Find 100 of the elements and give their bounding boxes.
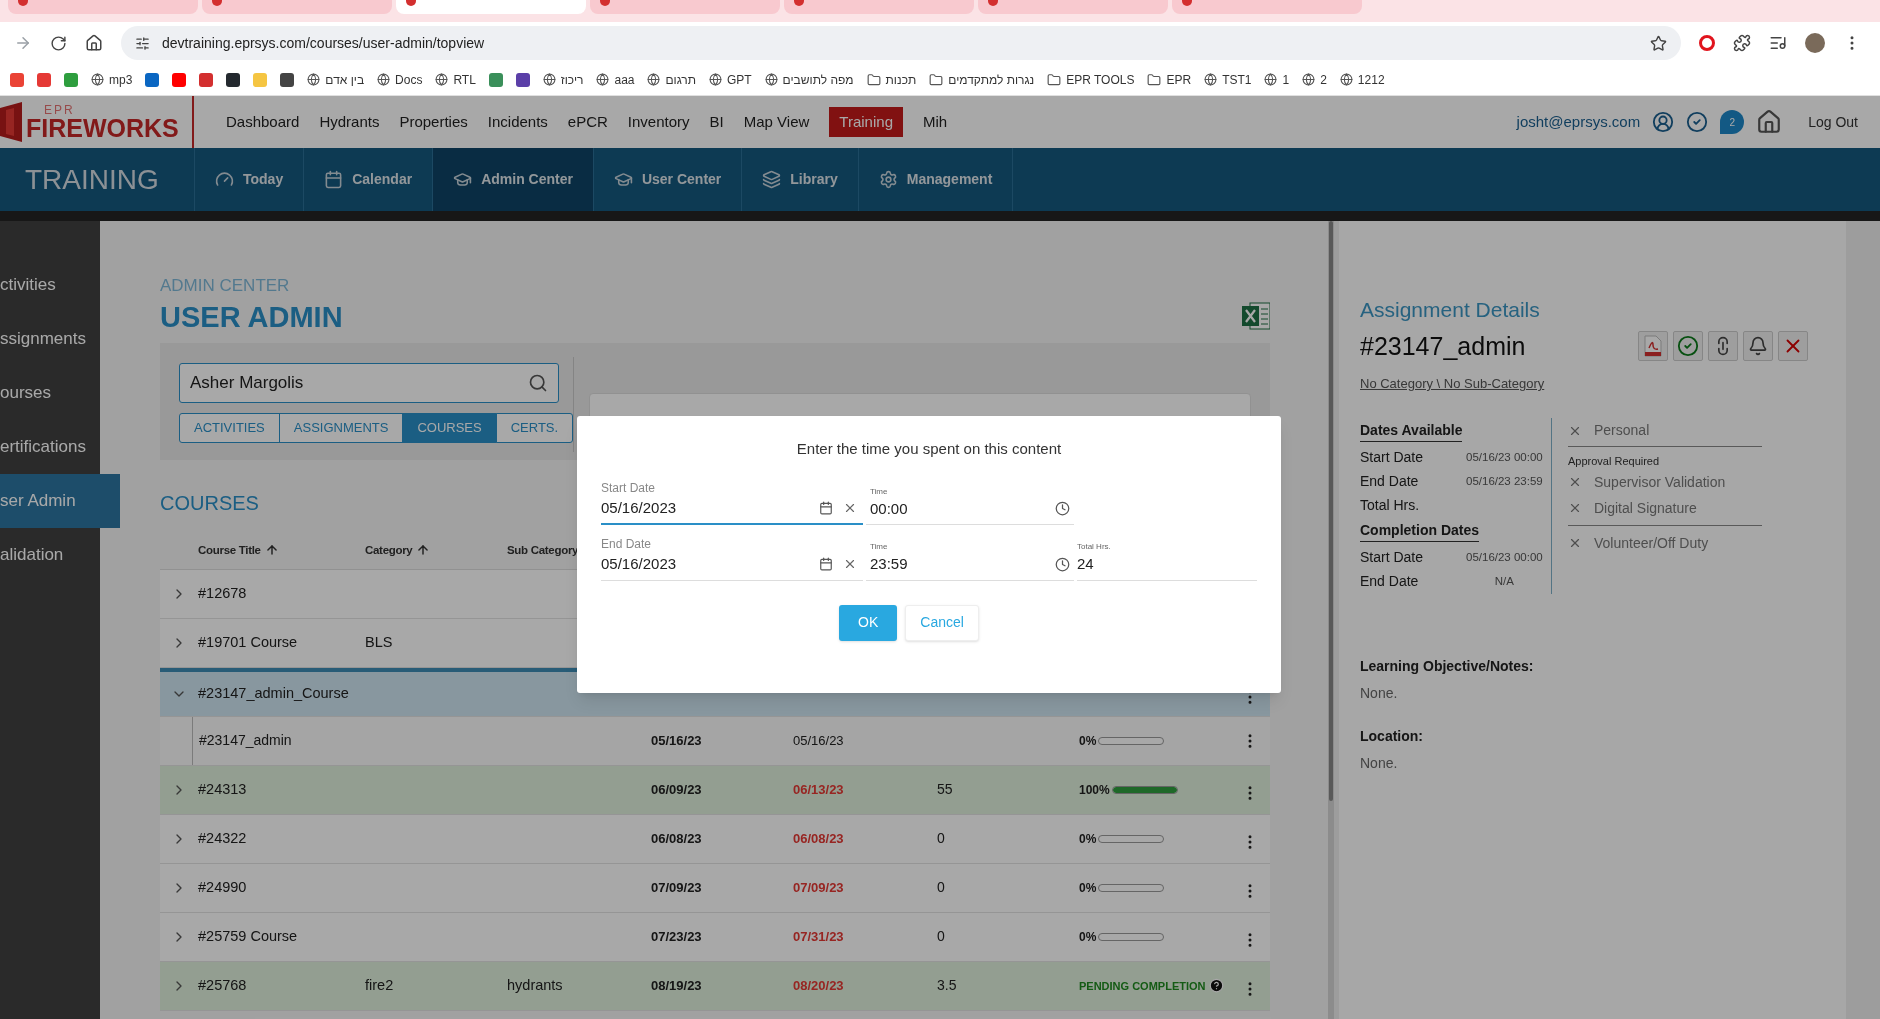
column-header[interactable]: Course Title [198, 541, 365, 559]
table-row[interactable]: #23147_admin 05/16/23 05/16/23 0% [160, 716, 1270, 766]
notes-label: Location: [1360, 726, 1424, 746]
cross-icon[interactable] [1568, 475, 1582, 489]
bookmark-link[interactable]: ריכוז [542, 70, 584, 89]
address-field[interactable]: devtraining.eprsys.com/courses/user-admin/topview [121, 26, 1681, 60]
module-tab[interactable]: Admin Center [432, 148, 593, 211]
bookmark-link[interactable]: 1 [1264, 70, 1290, 89]
calendar-icon[interactable] [819, 500, 833, 515]
cross-icon[interactable] [1568, 501, 1582, 515]
bookmark-folder[interactable]: תכנות [866, 70, 917, 89]
globe-icon [647, 73, 661, 86]
extensions-icon[interactable] [1733, 34, 1751, 52]
bookmark-link[interactable]: 1212 [1339, 70, 1385, 89]
nav-item[interactable]: Dashboard [226, 110, 300, 134]
search-icon[interactable] [528, 372, 548, 393]
scrollbar-thumb[interactable] [1329, 221, 1333, 801]
sidebar-item[interactable]: ser Admin [0, 474, 120, 528]
nav-item[interactable]: BI [709, 110, 724, 134]
table-row[interactable]: #25768 fire2 hydrants 08/19/23 08/20/23 3.5 PENDING COMPLETION [160, 961, 1270, 1011]
bookmark-link[interactable]: aaa [596, 70, 635, 89]
start-date-cell-text: 05/16/23 [651, 732, 703, 750]
search-field[interactable]: Asher Margolis [179, 362, 559, 403]
column-header[interactable]: Category [365, 541, 507, 559]
bookmark-folder[interactable]: EPR [1147, 70, 1192, 89]
link-button[interactable] [1708, 331, 1738, 362]
nav-item[interactable]: Hydrants [319, 110, 380, 134]
bookmark-folder[interactable]: EPR TOOLS [1047, 70, 1135, 89]
layers-icon [762, 170, 782, 189]
help-icon[interactable] [1208, 978, 1224, 994]
table-row[interactable]: #24313 06/09/23 06/13/23 55 100% [160, 765, 1270, 815]
home-icon[interactable] [1756, 109, 1783, 135]
bookmark-icon[interactable] [226, 72, 241, 87]
bookmark-link[interactable]: 2 [1302, 70, 1327, 89]
bookmark-icon[interactable] [280, 72, 295, 87]
total-hours-field[interactable]: Total Hrs. 24 [1077, 541, 1257, 581]
sidebar-item[interactable]: alidation [0, 528, 100, 582]
avatar-icon[interactable] [1805, 33, 1825, 53]
media-icon[interactable] [1769, 34, 1787, 52]
delete-button[interactable] [1778, 331, 1808, 362]
extension-icon[interactable] [1699, 35, 1715, 51]
clock-icon[interactable] [1055, 501, 1070, 517]
nav-item[interactable]: Map View [743, 110, 810, 134]
nav-item[interactable]: ePCR [567, 110, 608, 134]
reminder-button[interactable] [1743, 331, 1773, 362]
table-row[interactable]: #24322 06/08/23 06/08/23 0 0% [160, 814, 1270, 864]
user-icon[interactable] [1652, 111, 1675, 133]
time-field[interactable]: Time 00:00 [866, 485, 1074, 525]
check-icon[interactable] [1686, 111, 1709, 133]
bookmark-link[interactable]: תרגום [647, 70, 696, 89]
nav-item[interactable]: Properties [399, 110, 468, 134]
bookmark-link[interactable]: GPT [708, 70, 752, 89]
pdf-button[interactable] [1638, 331, 1668, 362]
time-field[interactable]: Time 23:59 [866, 541, 1074, 581]
due-date-cell-text: 05/16/23 [793, 732, 845, 750]
category-link[interactable]: No Category \ No Sub-Category [1360, 374, 1826, 394]
forward-icon[interactable] [14, 34, 32, 52]
bookmark-folder[interactable]: נגרות למתקדמים [929, 70, 1035, 89]
folder-icon [929, 72, 944, 87]
bookmark-icon[interactable] [515, 72, 530, 87]
date-field[interactable]: Start Date 05/16/2023 [601, 478, 863, 525]
nav-item[interactable]: Training [829, 106, 903, 138]
cross-icon[interactable] [1568, 536, 1582, 550]
sidebar-item[interactable]: ssignments [0, 312, 100, 366]
calendar-icon[interactable] [819, 557, 833, 572]
sidebar-item[interactable]: ertifications [0, 420, 100, 474]
graduation-cap-icon [613, 170, 633, 189]
bookmark-link[interactable]: mp3 [91, 70, 133, 89]
clock-icon[interactable] [1055, 556, 1070, 572]
calendar-icon [324, 170, 344, 189]
bookmark-link[interactable]: Docs [377, 70, 423, 89]
logout-link[interactable]: Log Out [1794, 111, 1858, 133]
date-field[interactable]: End Date 05/16/2023 [601, 535, 863, 581]
start-date-cell-text: 07/09/23 [651, 879, 703, 897]
start-date-cell-text: 06/08/23 [651, 830, 703, 848]
nav-item[interactable]: Inventory [627, 110, 690, 134]
home-icon[interactable] [85, 34, 103, 52]
detail-value: 05/16/23 23:59 [1466, 473, 1541, 489]
sidebar-item[interactable]: ourses [0, 366, 100, 420]
bookmark-link[interactable]: מפה לתושבים [764, 70, 854, 89]
bookmark-link[interactable]: TST1 [1204, 70, 1252, 89]
nav-item[interactable]: Incidents [487, 110, 548, 134]
bookmark-link[interactable]: RTL [435, 70, 476, 89]
bookmark-star-icon[interactable] [1650, 34, 1667, 52]
globe-icon [1204, 73, 1218, 86]
bookmark-link[interactable]: בין אדם [307, 70, 365, 89]
nav-item[interactable]: Mih [923, 110, 948, 134]
hours-cell-text: 0 [937, 878, 946, 898]
complete-button[interactable] [1673, 331, 1703, 362]
table-row[interactable]: #24990 07/09/23 07/09/23 0 0% [160, 863, 1270, 913]
site-info-icon[interactable] [135, 35, 150, 51]
spreadsheet-icon[interactable] [1242, 300, 1270, 331]
sidebar-item[interactable]: ctivities [0, 258, 100, 312]
approval-heading: Approval Required [1568, 453, 1661, 469]
user-email[interactable]: josht@eprsys.com [1516, 110, 1641, 134]
folder-icon [866, 72, 881, 87]
detail-label: Start Date [1360, 448, 1425, 467]
hours-cell-text: 0 [937, 927, 946, 947]
reload-icon[interactable] [50, 34, 67, 52]
table-row[interactable]: #25759 Course 07/23/23 07/31/23 0 0% [160, 912, 1270, 962]
